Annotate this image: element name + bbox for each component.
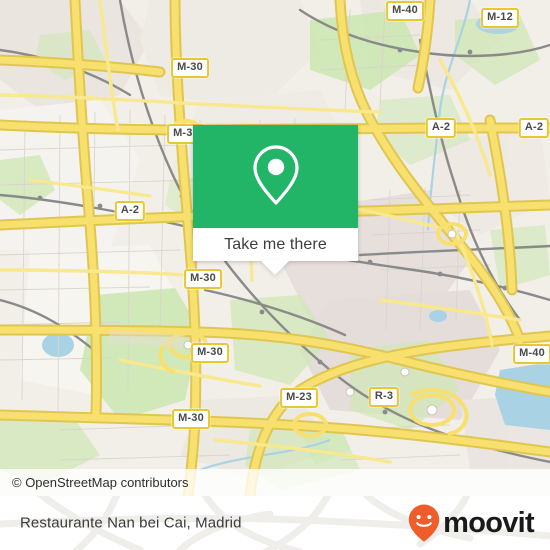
take-me-there-button[interactable]: Take me there (193, 228, 358, 261)
moovit-map-page: M-40 M-12 M-30 M-30 A-2 A-2 A-2 M-30 M-30 M-40 M-2… (0, 0, 550, 550)
road-shield: A-2 (114, 201, 146, 221)
attribution-text: © OpenStreetMap contributors (12, 475, 189, 490)
road-shield: M-30 (191, 343, 229, 363)
destination-callout[interactable]: Take me there (193, 125, 358, 261)
road-shield: A-2 (425, 118, 457, 138)
road-shield: M-40 (386, 1, 424, 21)
road-shield: R-3 (368, 387, 400, 407)
place-title: Restaurante Nan bei Cai, Madrid (20, 514, 242, 532)
callout-pointer (260, 260, 290, 275)
map-canvas[interactable]: M-40 M-12 M-30 M-30 A-2 A-2 A-2 M-30 M-30 M-40 M-2… (0, 0, 550, 496)
road-shield: M-30 (172, 409, 210, 429)
callout-header (193, 125, 358, 228)
map-attribution: © OpenStreetMap contributors (0, 469, 550, 496)
road-shield: A-2 (518, 118, 550, 138)
moovit-pin-icon (408, 504, 440, 542)
road-shield: M-30 (184, 269, 222, 289)
location-pin-icon (252, 145, 299, 205)
road-shield: M-40 (513, 344, 550, 364)
road-shield: M-23 (280, 388, 318, 408)
road-shield: M-12 (481, 8, 519, 28)
moovit-logo[interactable]: moovit (407, 503, 535, 543)
road-shield: M-30 (171, 58, 209, 78)
moovit-wordmark: moovit (443, 506, 535, 539)
bottom-bar: Restaurante Nan bei Cai, Madrid moovit (0, 496, 550, 550)
